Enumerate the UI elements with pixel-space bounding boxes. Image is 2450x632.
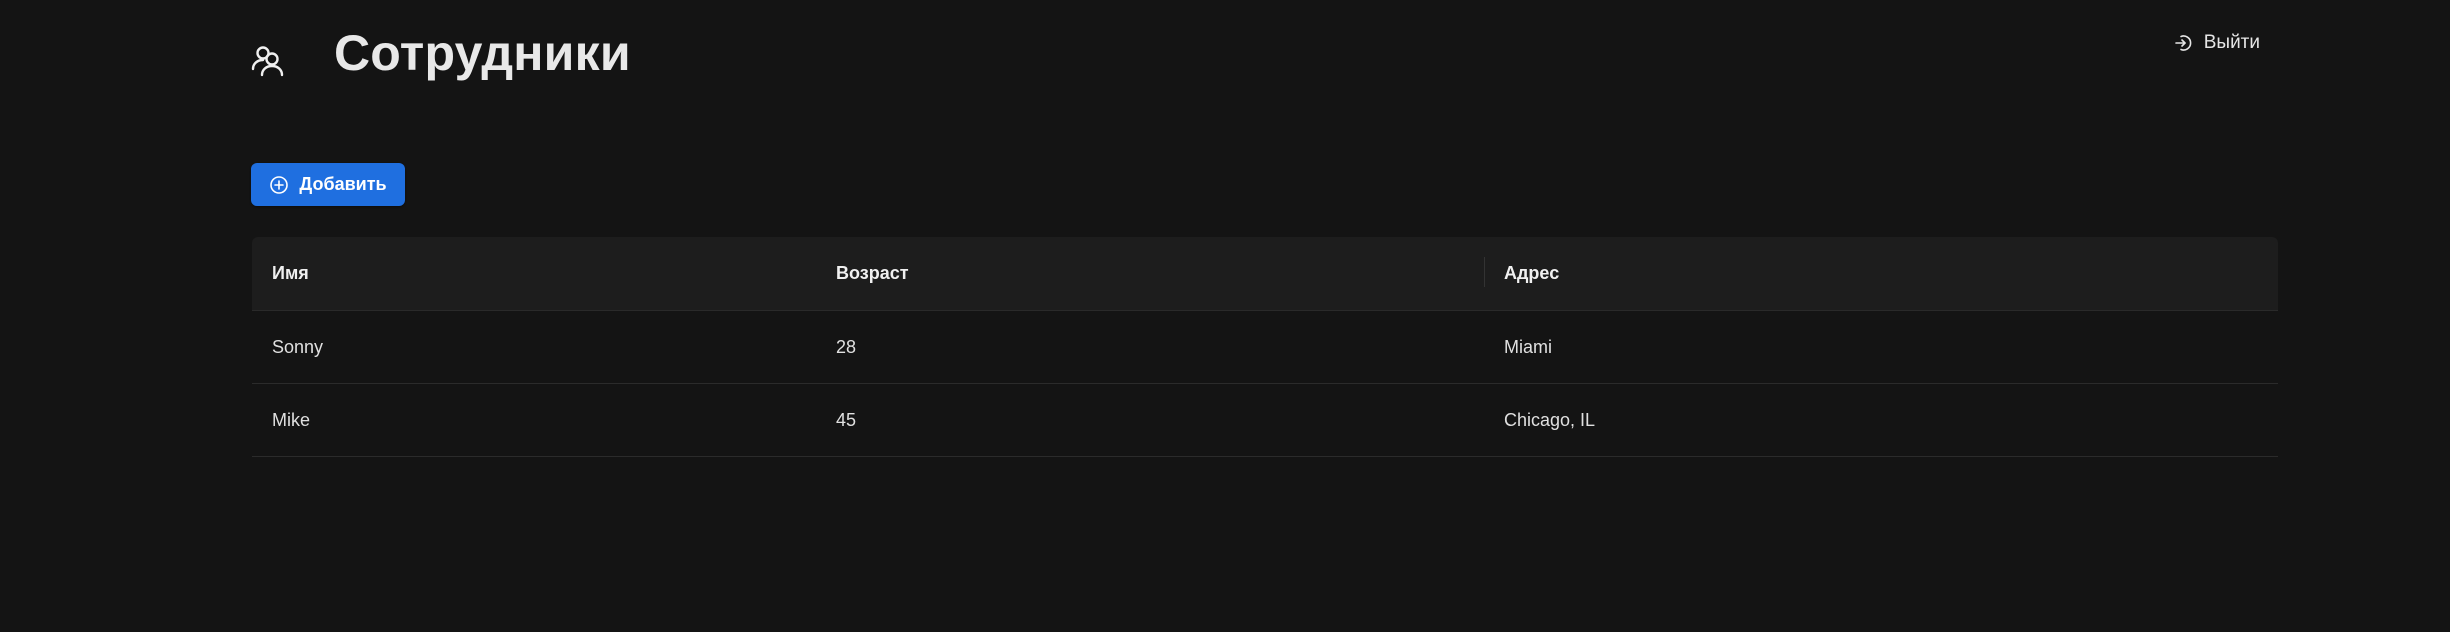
cell-name: Sonny [272,336,324,357]
page-title: Сотрудники [334,25,631,81]
page-header: Сотрудники Выйти [250,20,2260,90]
add-button[interactable]: Добавить [251,163,405,206]
cell-address: Miami [1504,336,1552,357]
cell-address: Chicago, IL [1504,409,1596,430]
cell-name: Mike [272,409,311,430]
column-header-name[interactable]: Имя [252,263,816,284]
logout-button[interactable]: Выйти [2174,32,2260,54]
logout-icon [2174,33,2194,53]
table-row[interactable]: Sonny 28 Miami [252,311,2278,384]
users-icon [250,42,286,78]
cell-age: 28 [836,336,857,357]
column-header-address[interactable]: Адрес [1484,257,2278,287]
table-row[interactable]: Mike 45 Chicago, IL [252,384,2278,457]
column-header-age[interactable]: Возраст [816,263,1484,284]
cell-age: 45 [836,409,857,430]
logout-label: Выйти [2203,32,2260,53]
add-button-label: Добавить [299,174,387,194]
employees-table: Имя Возраст Адрес Sonny 28 Miami Mike 45… [252,237,2278,457]
employees-page: Сотрудники Выйти Добавить Имя Возраст Ад… [0,0,2450,632]
table-header: Имя Возраст Адрес [252,237,2278,311]
plus-circle-icon [269,175,289,195]
